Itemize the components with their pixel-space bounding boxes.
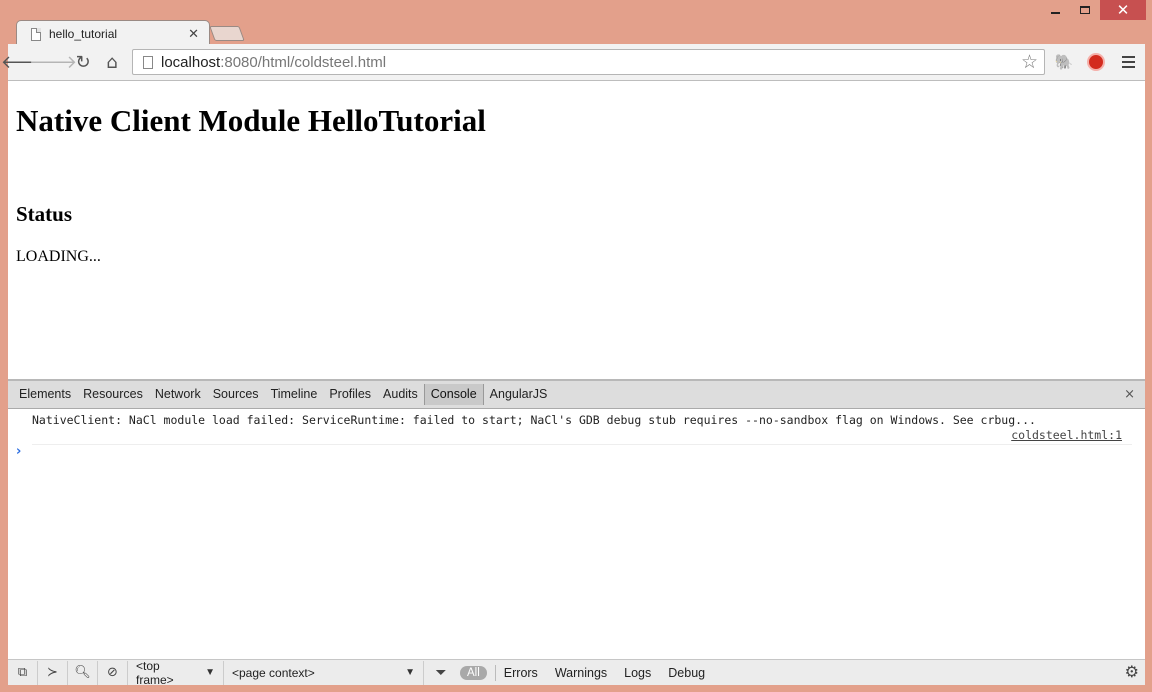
tab-profiles[interactable]: Profiles: [323, 384, 377, 405]
show-drawer-icon[interactable]: ≻: [38, 660, 68, 685]
tab-title: hello_tutorial: [49, 27, 118, 41]
address-bar[interactable]: localhost:8080/html/coldsteel.html ☆: [132, 49, 1045, 75]
chevron-down-icon: ▼: [205, 667, 215, 678]
tab-audits[interactable]: Audits: [377, 384, 424, 405]
gear-icon[interactable]: ⚙: [1125, 662, 1139, 681]
console-message: NativeClient: NaCl module load failed: S…: [32, 413, 1132, 445]
adblock-extension-icon[interactable]: [1086, 52, 1106, 72]
page-heading: Native Client Module HelloTutorial: [16, 103, 486, 138]
status-text: LOADING...: [16, 248, 101, 265]
devtools-panel: Elements Resources Network Sources Timel…: [8, 379, 1145, 687]
url-path: :8080/html/coldsteel.html: [220, 53, 387, 71]
tab-elements[interactable]: Elements: [13, 384, 77, 405]
forward-arrow-icon: 🡒: [28, 51, 78, 73]
page-icon: [143, 55, 153, 69]
browser-toolbar: 🡐 🡒 ↻ ⌂ localhost:8080/html/coldsteel.ht…: [1, 44, 1145, 81]
tab-angularjs[interactable]: AngularJS: [484, 384, 554, 405]
maximize-button[interactable]: [1070, 0, 1100, 20]
page-icon: [31, 27, 41, 41]
home-icon: ⌂: [106, 51, 118, 73]
stop-sign-icon: [1087, 53, 1105, 71]
tab-console[interactable]: Console: [423, 384, 484, 405]
elephant-icon: 🐘: [1054, 53, 1074, 71]
status-heading: Status: [16, 202, 73, 226]
console-message-source-link[interactable]: coldsteel.html:1: [1011, 428, 1122, 442]
filter-debug[interactable]: Debug: [668, 666, 705, 680]
forward-button[interactable]: 🡒: [29, 51, 77, 73]
hamburger-icon-bar: [1121, 66, 1135, 68]
reload-button[interactable]: ↻: [71, 51, 95, 73]
maximize-icon: [1080, 6, 1090, 14]
dock-toggle-icon[interactable]: ⧉: [8, 660, 38, 685]
console-output: NativeClient: NaCl module load failed: S…: [8, 409, 1145, 655]
hamburger-icon-bar: [1121, 56, 1135, 58]
bookmark-star-icon[interactable]: ☆: [1021, 51, 1038, 73]
clear-console-icon[interactable]: ⊘: [98, 660, 128, 685]
chrome-menu-button[interactable]: [1118, 52, 1138, 72]
evernote-extension-icon[interactable]: 🐘: [1054, 52, 1074, 72]
tab-network[interactable]: Network: [149, 384, 207, 405]
minimize-button[interactable]: [1040, 0, 1070, 20]
context-select-value: <page context>: [232, 665, 315, 680]
close-icon: ✕: [1116, 1, 1130, 19]
page-viewport: Native Client Module HelloTutorial Statu…: [8, 81, 1145, 379]
hamburger-icon-bar: [1121, 61, 1135, 63]
devtools-tab-bar: Elements Resources Network Sources Timel…: [8, 379, 1145, 409]
tab-close-icon[interactable]: ✕: [188, 27, 199, 42]
frame-select[interactable]: <top frame> ▼: [128, 658, 224, 687]
search-icon[interactable]: 🔍︎: [68, 660, 98, 685]
devtools-status-bar: ⧉ ≻ 🔍︎ ⊘ <top frame> ▼ <page context> ▼ ⏷ …: [8, 658, 1145, 687]
tab-resources[interactable]: Resources: [77, 384, 149, 405]
tab-strip: hello_tutorial ✕: [8, 16, 608, 46]
tab-sources[interactable]: Sources: [207, 384, 265, 405]
window-caption-buttons: ✕: [1040, 0, 1146, 22]
url-host: localhost: [161, 53, 221, 71]
context-select[interactable]: <page context> ▼: [224, 660, 424, 685]
new-tab-button[interactable]: [209, 26, 245, 41]
minimize-icon: [1050, 12, 1060, 14]
frame-select-value: <top frame>: [136, 658, 174, 687]
close-devtools-icon[interactable]: ×: [1124, 387, 1135, 402]
tab-hello-tutorial[interactable]: hello_tutorial ✕: [16, 20, 210, 46]
browser-window: ✕ hello_tutorial ✕ 🡐 🡒 ↻ ⌂ localhost:808…: [0, 0, 1152, 692]
filter-all-badge[interactable]: All: [460, 665, 487, 680]
divider: [494, 664, 496, 681]
home-button[interactable]: ⌂: [100, 51, 124, 73]
reload-icon: ↻: [75, 51, 91, 73]
filter-errors[interactable]: Errors: [504, 666, 538, 680]
filter-icon[interactable]: ⏷: [424, 661, 458, 685]
console-prompt-icon[interactable]: ›: [16, 444, 21, 459]
url-text[interactable]: localhost:8080/html/coldsteel.html: [161, 54, 1021, 71]
filter-warnings[interactable]: Warnings: [555, 666, 607, 680]
close-window-button[interactable]: ✕: [1100, 0, 1146, 20]
console-message-text: NativeClient: NaCl module load failed: S…: [32, 413, 1036, 427]
filter-logs[interactable]: Logs: [624, 666, 651, 680]
tab-timeline[interactable]: Timeline: [265, 384, 324, 405]
chevron-down-icon: ▼: [405, 667, 415, 678]
